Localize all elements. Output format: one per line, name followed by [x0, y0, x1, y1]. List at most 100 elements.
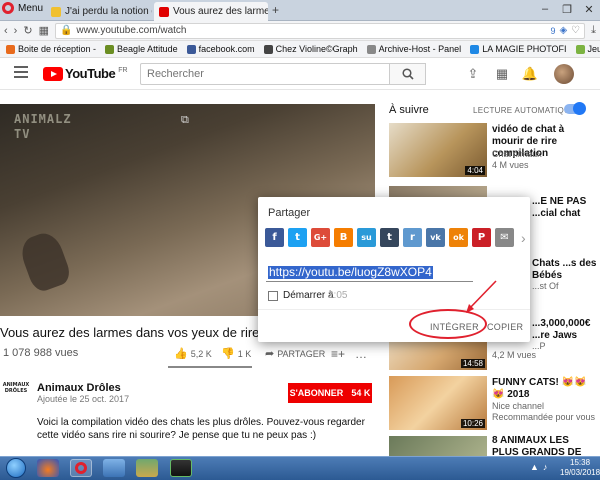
share-next-arrow-icon[interactable]: › — [521, 230, 526, 246]
browser-tab-0[interactable]: J'ai perdu la notion de mé × — [46, 2, 152, 21]
related-channel: Chat'nimaux — [492, 149, 542, 159]
volume-icon[interactable]: ♪ — [543, 462, 548, 472]
new-tab-button[interactable]: + — [272, 3, 279, 17]
dislike-button[interactable]: 👎 1 K — [221, 347, 251, 360]
terminal-taskbar-icon[interactable] — [170, 459, 192, 477]
opera-logo-icon — [2, 2, 14, 14]
copy-button[interactable]: COPIER — [487, 322, 523, 332]
channel-logo[interactable]: ANIMAUX DRÔLES — [2, 382, 30, 400]
youtube-play-icon — [43, 66, 63, 81]
windows-start-button[interactable] — [6, 458, 26, 478]
forward-icon[interactable]: › — [14, 25, 18, 37]
autoplay-toggle[interactable] — [564, 102, 586, 115]
bookmark-item[interactable]: Jeux sur Royalgames — [575, 44, 600, 54]
url-text: www.youtube.com/watch — [76, 25, 187, 36]
bookmark-item[interactable]: LA MAGIE PHOTOFI — [470, 44, 567, 54]
browser-tab-1[interactable]: Vous aurez des larmes dan × — [154, 2, 268, 21]
tab-label: J'ai perdu la notion de mé — [65, 6, 152, 17]
tumblr-icon[interactable]: t — [380, 228, 399, 247]
shield-icon[interactable]: ◈ — [559, 25, 567, 36]
youtube-logo[interactable]: YouTube FR — [43, 66, 128, 81]
opera-menu-button[interactable]: Menu — [2, 2, 43, 14]
email-icon[interactable]: ✉ — [495, 228, 514, 247]
window-controls: – ❐ ✕ — [534, 0, 600, 18]
view-count: 1 078 988 vues — [3, 347, 79, 359]
related-title[interactable]: Chats ...s des Bébés — [532, 258, 598, 282]
reload-icon[interactable]: ↻ — [23, 24, 32, 37]
start-at-checkbox[interactable] — [268, 291, 278, 301]
opera-taskbar-icon[interactable] — [70, 459, 92, 477]
subscribe-button[interactable]: S'ABONNER 54 K — [288, 383, 372, 403]
upload-icon[interactable]: ⇪ — [466, 66, 480, 81]
blogger-icon[interactable]: B — [334, 228, 353, 247]
video-duration: 10:26 — [460, 419, 485, 428]
miniplayer-icon[interactable]: ⧉ — [181, 114, 189, 127]
minimize-icon[interactable]: – — [534, 0, 556, 18]
maximize-icon[interactable]: ❐ — [556, 0, 578, 18]
hp-taskbar-icon[interactable] — [103, 459, 125, 477]
network-icon[interactable]: ▲ — [530, 462, 539, 472]
notifications-bell-icon[interactable]: 🔔 — [522, 66, 538, 81]
related-title[interactable]: ...3,000,000€ ...re Jaws — [532, 318, 598, 342]
hamburger-menu-icon[interactable] — [14, 66, 28, 78]
share-arrow-icon: ➦ — [265, 348, 275, 360]
video-duration: 4:04 — [465, 166, 485, 175]
avatar[interactable] — [554, 64, 574, 84]
dislike-count: 1 K — [237, 348, 252, 359]
facebook-icon[interactable]: f — [265, 228, 284, 247]
back-icon[interactable]: ‹ — [4, 25, 8, 37]
share-url-field[interactable]: https://youtu.be/luogZ8wXOP4 — [268, 266, 433, 279]
odnoklassniki-icon[interactable]: ok — [449, 228, 468, 247]
bookmark-item[interactable]: Chez Violine©Graph — [263, 44, 358, 54]
related-thumbnail[interactable]: 4:04 — [389, 123, 487, 177]
share-url-underline — [266, 281, 473, 282]
related-title[interactable]: ...E NE PAS ...cial chat — [532, 196, 598, 220]
firefox-taskbar-icon[interactable] — [37, 459, 59, 477]
search-input[interactable] — [140, 63, 390, 85]
url-field[interactable]: 🔒 www.youtube.com/watch 9 ◈ ♡ — [54, 22, 586, 39]
download-icon[interactable]: ⤓ — [591, 24, 596, 37]
related-views: Recommandée pour vous — [492, 412, 596, 422]
related-channel: Nice channel — [492, 401, 545, 411]
reddit-icon[interactable]: r — [403, 228, 422, 247]
related-thumbnail[interactable] — [389, 436, 487, 456]
search-button[interactable] — [390, 63, 426, 85]
channel-name[interactable]: Animaux Drôles — [37, 382, 121, 394]
bookmark-item[interactable]: Boite de réception - — [6, 44, 96, 54]
autoplay-label: LECTURE AUTOMATIQUE — [473, 106, 576, 115]
bookmark-favicon-icon — [186, 44, 196, 54]
start-time-input[interactable]: 2:05 — [328, 290, 347, 301]
more-actions-button[interactable]: … — [355, 347, 367, 361]
bookmark-favicon-icon — [366, 44, 376, 54]
bookmark-item[interactable]: Archive-Host - Panel — [366, 44, 461, 54]
google-plus-icon[interactable]: G+ — [311, 228, 330, 247]
tab-favicon-icon — [159, 6, 169, 17]
like-button[interactable]: 👍 5,2 K — [174, 347, 212, 360]
bookmark-item[interactable]: facebook.com — [186, 44, 255, 54]
heart-icon[interactable]: ♡ — [571, 25, 580, 36]
share-label: PARTAGER — [277, 348, 326, 359]
vk-icon[interactable]: vk — [426, 228, 445, 247]
stumbleupon-icon[interactable]: su — [357, 228, 376, 247]
tab-label: Vous aurez des larmes dan — [173, 6, 268, 17]
related-thumbnail[interactable]: 10:26 — [389, 376, 487, 430]
bookmark-item[interactable]: Beagle Attitude — [105, 44, 178, 54]
speed-dial-icon[interactable]: ▦ — [39, 24, 49, 37]
apps-grid-icon[interactable]: ▦ — [495, 66, 509, 81]
twitter-icon[interactable]: t — [288, 228, 307, 247]
like-count: 5,2 K — [190, 348, 212, 359]
share-networks: f t G+ B su t r vk ok P ✉ — [265, 228, 514, 247]
bookmark-favicon-icon — [470, 44, 480, 54]
app-taskbar-icon[interactable] — [136, 459, 158, 477]
share-button[interactable]: ➦ PARTAGER — [265, 347, 325, 360]
related-title[interactable]: 8 ANIMAUX LES PLUS GRANDS DE LEURS — [492, 435, 598, 457]
close-window-icon[interactable]: ✕ — [578, 0, 600, 18]
publish-date: Ajoutée le 25 oct. 2017 — [37, 394, 130, 404]
add-to-playlist-icon[interactable]: ≡+ — [331, 347, 345, 361]
related-title[interactable]: FUNNY CATS! 😻😻😻 2018 — [492, 377, 598, 401]
taskbar-clock[interactable]: 15:38 19/03/2018 — [560, 458, 600, 478]
pinterest-icon[interactable]: P — [472, 228, 491, 247]
bookmark-favicon-icon — [105, 44, 115, 54]
tab-favicon-icon — [51, 6, 61, 17]
video-frame-cat — [16, 228, 74, 295]
